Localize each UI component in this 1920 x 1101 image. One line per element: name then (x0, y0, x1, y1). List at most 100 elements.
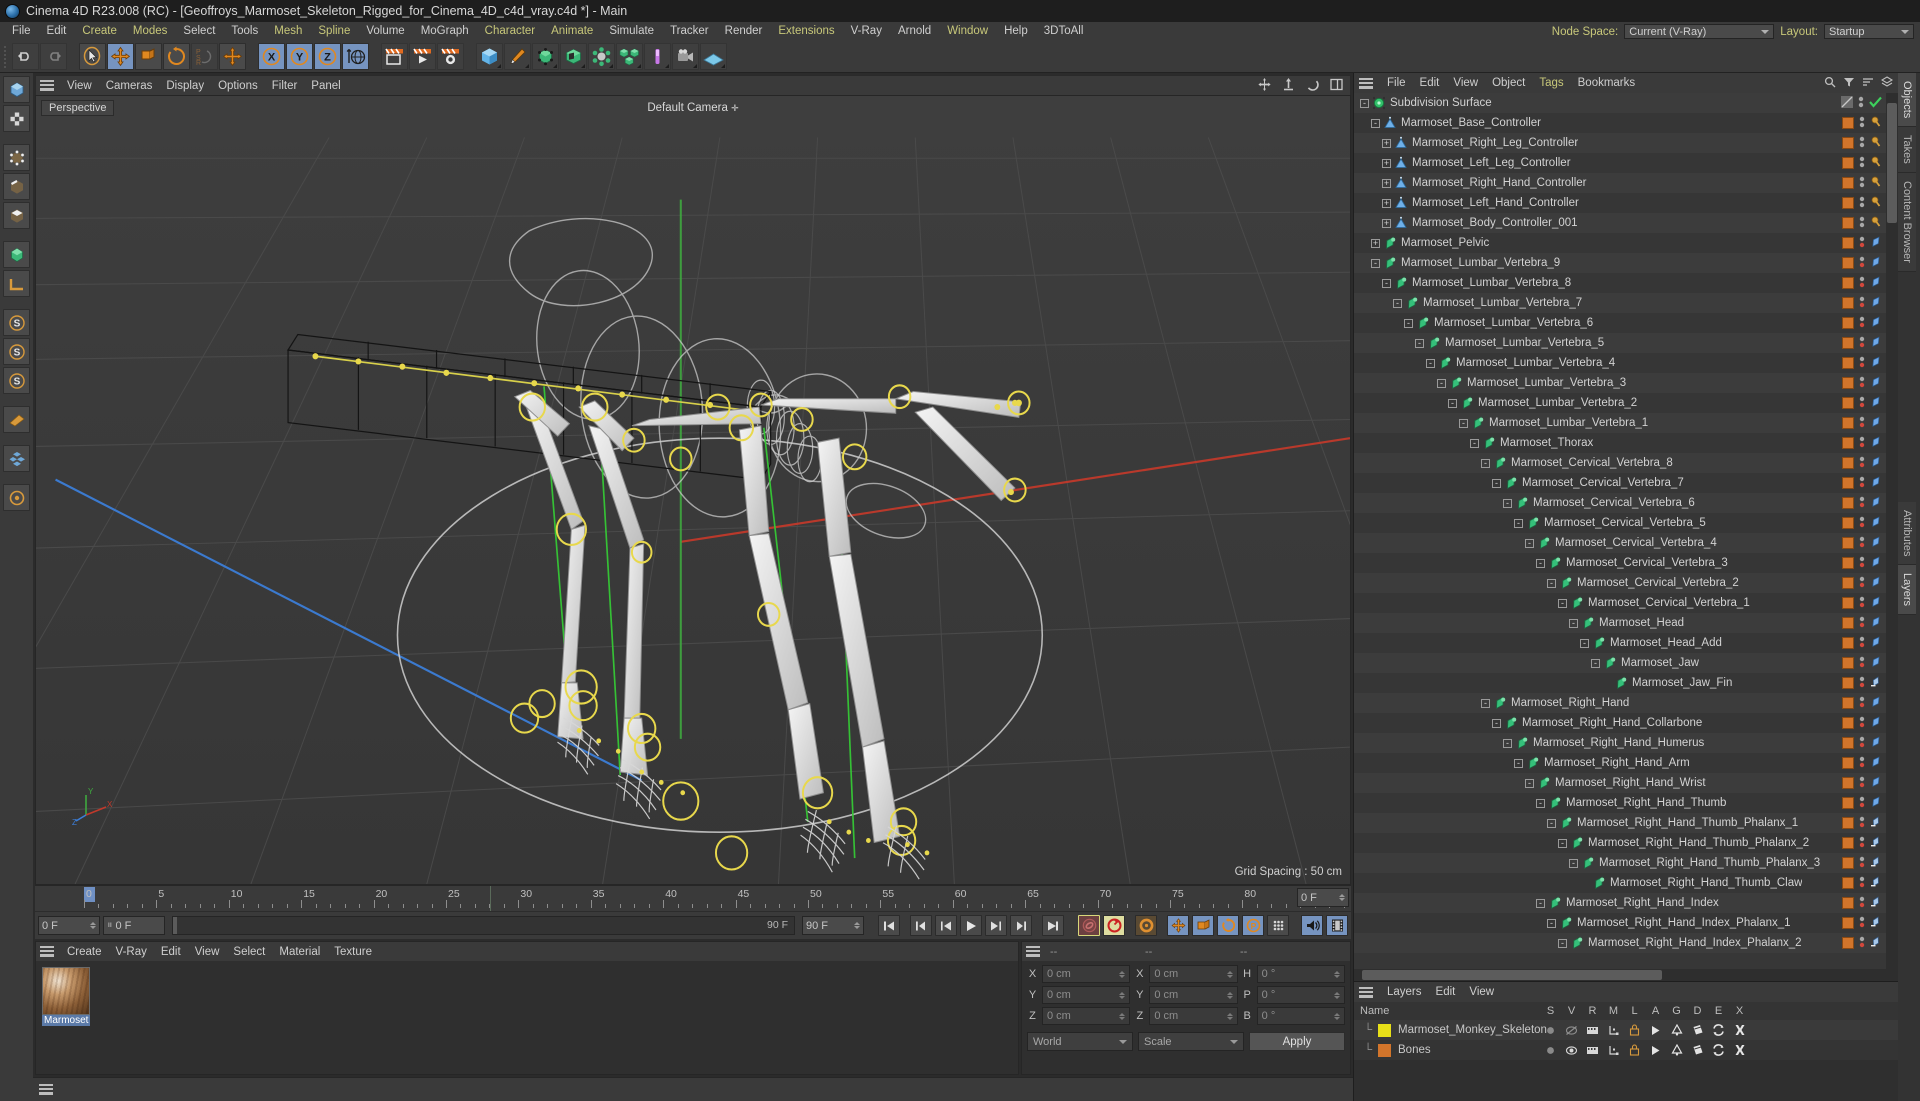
material-menu-hamburger-icon[interactable] (40, 946, 54, 957)
object-tree-row[interactable]: - Marmoset_Cervical_Vertebra_1 (1354, 593, 1886, 613)
object-tree-row[interactable]: - Marmoset_Right_Hand_Index_Phalanx_2 (1354, 933, 1886, 953)
tab-takes[interactable]: Takes (1898, 127, 1916, 174)
layer-render-icon[interactable] (1582, 1045, 1603, 1056)
menu-item-file[interactable]: File (4, 22, 39, 41)
om-menu-bookmarks[interactable]: Bookmarks (1571, 77, 1643, 89)
tree-collapse-toggle[interactable]: - (1393, 298, 1402, 308)
object-tree-row[interactable]: - Marmoset_Cervical_Vertebra_8 (1354, 453, 1886, 473)
display-tag-icon[interactable] (1842, 937, 1854, 949)
record-active-objects-button[interactable] (1078, 915, 1100, 936)
bone-tag-icon[interactable] (1870, 295, 1882, 311)
display-tag-icon[interactable] (1842, 137, 1854, 149)
lock-z-axis-button[interactable]: Z (314, 43, 341, 70)
visibility-dots[interactable] (1859, 576, 1865, 591)
material-menu-select[interactable]: Select (226, 946, 272, 958)
key-tag-icon[interactable] (1870, 216, 1882, 231)
tree-collapse-toggle[interactable]: - (1580, 638, 1589, 648)
node-space-select[interactable]: Current (V-Ray) (1624, 24, 1775, 39)
coord-field-rot-p[interactable]: 0 ° (1256, 986, 1345, 1004)
enable-axis-button[interactable]: S (3, 309, 30, 336)
bone-tag-icon[interactable] (1870, 275, 1882, 291)
add-cube-button[interactable] (476, 43, 503, 70)
pan-view-icon[interactable] (1257, 77, 1272, 95)
object-tree-row[interactable]: - Marmoset_Cervical_Vertebra_6 (1354, 493, 1886, 513)
bone-tag-icon[interactable] (1870, 635, 1882, 651)
menu-item-tools[interactable]: Tools (223, 22, 266, 41)
layer-column-v[interactable]: V (1561, 1005, 1582, 1017)
layer-manager-icon[interactable] (1603, 1025, 1624, 1036)
layer-expressions-icon[interactable] (1708, 1024, 1729, 1036)
layer-column-d[interactable]: D (1687, 1005, 1708, 1017)
rotate-view-icon[interactable] (1305, 77, 1320, 95)
tree-collapse-toggle[interactable]: - (1492, 718, 1501, 728)
object-tree-row[interactable]: - Subdivision Surface (1354, 93, 1886, 113)
model-mode-button[interactable] (3, 76, 30, 103)
bone-tag-icon[interactable] (1870, 775, 1882, 791)
bone-tag-icon[interactable] (1870, 355, 1882, 371)
object-name-label[interactable]: Marmoset_Lumbar_Vertebra_7 (1423, 297, 1582, 309)
object-tree-row[interactable]: - Marmoset_Cervical_Vertebra_2 (1354, 573, 1886, 593)
object-name-label[interactable]: Marmoset_Right_Leg_Controller (1412, 137, 1578, 149)
object-tree-row[interactable]: - Marmoset_Base_Controller (1354, 113, 1886, 133)
key-tag-icon[interactable] (1870, 196, 1882, 211)
object-name-label[interactable]: Marmoset_Cervical_Vertebra_2 (1577, 577, 1739, 589)
lock-y-axis-button[interactable]: Y (286, 43, 313, 70)
layer-column-s[interactable]: S (1540, 1005, 1561, 1017)
menu-item-tracker[interactable]: Tracker (662, 22, 717, 41)
menu-item-3dtoall[interactable]: 3DToAll (1036, 22, 1092, 41)
object-name-label[interactable]: Marmoset_Right_Hand_Wrist (1555, 777, 1706, 789)
search-icon[interactable] (1824, 76, 1836, 91)
bone-tag-icon[interactable] (1870, 875, 1882, 891)
object-tree-row[interactable]: - Marmoset_Right_Hand_Collarbone (1354, 713, 1886, 733)
display-tag-icon[interactable] (1842, 897, 1854, 909)
bone-tag-icon[interactable] (1870, 935, 1882, 951)
bone-tag-icon[interactable] (1870, 835, 1882, 851)
psr-button[interactable]: PSR (191, 43, 218, 70)
object-tree-row[interactable]: - Marmoset_Cervical_Vertebra_5 (1354, 513, 1886, 533)
bone-tag-icon[interactable] (1870, 555, 1882, 571)
status-bar-hamburger-icon[interactable] (39, 1084, 53, 1095)
display-tag-icon[interactable] (1842, 237, 1854, 249)
menu-item-render[interactable]: Render (717, 22, 771, 41)
object-name-label[interactable]: Marmoset_Pelvic (1401, 237, 1489, 249)
object-tree-row[interactable]: - Marmoset_Cervical_Vertebra_7 (1354, 473, 1886, 493)
go-to-start-button[interactable] (878, 915, 900, 936)
visibility-dots[interactable] (1859, 556, 1865, 571)
bone-tag-icon[interactable] (1870, 715, 1882, 731)
visibility-dots[interactable] (1859, 116, 1865, 131)
object-tree-hscrollbar[interactable] (1354, 969, 1898, 981)
floor-button[interactable] (700, 43, 727, 70)
display-tag-icon[interactable] (1842, 177, 1854, 189)
tree-collapse-toggle[interactable]: - (1448, 398, 1457, 408)
layer-animation-icon[interactable] (1645, 1045, 1666, 1056)
menu-item-simulate[interactable]: Simulate (601, 22, 662, 41)
viewport-menu-view[interactable]: View (60, 80, 99, 92)
layer-row[interactable]: └ Bones (1354, 1040, 1898, 1060)
display-tag-icon[interactable] (1842, 257, 1854, 269)
visibility-dots[interactable] (1859, 696, 1865, 711)
polygons-mode-button[interactable] (3, 202, 30, 229)
lm-menu-view[interactable]: View (1462, 986, 1501, 998)
end-frame-field[interactable]: 90 F (802, 916, 864, 935)
key-tag-icon[interactable] (1870, 176, 1882, 191)
object-tree-row[interactable]: - Marmoset_Right_Hand_Index (1354, 893, 1886, 913)
tree-collapse-toggle[interactable]: - (1481, 458, 1490, 468)
display-tag-icon[interactable] (1842, 437, 1854, 449)
bone-tag-icon[interactable] (1870, 415, 1882, 431)
go-to-previous-keyframe-button[interactable] (910, 915, 932, 936)
key-tag-icon[interactable] (1870, 156, 1882, 171)
snap-button[interactable]: S (3, 338, 30, 365)
visibility-dots[interactable] (1859, 896, 1865, 911)
coord-field-pos-x[interactable]: 0 cm (1042, 965, 1131, 983)
layer-name-label[interactable]: Marmoset_Monkey_Skeleton (1398, 1024, 1547, 1036)
menu-item-volume[interactable]: Volume (358, 22, 412, 41)
autokeying-button[interactable] (1103, 915, 1125, 936)
undo-button[interactable] (12, 43, 39, 70)
tree-collapse-toggle[interactable]: - (1360, 98, 1369, 108)
layer-generators-icon[interactable] (1666, 1044, 1687, 1056)
material-menu-texture[interactable]: Texture (327, 946, 379, 958)
visibility-dots[interactable] (1859, 816, 1865, 831)
om-menu-edit[interactable]: Edit (1413, 77, 1447, 89)
om-menu-tags[interactable]: Tags (1532, 77, 1570, 89)
object-tree-row[interactable]: - Marmoset_Cervical_Vertebra_4 (1354, 533, 1886, 553)
